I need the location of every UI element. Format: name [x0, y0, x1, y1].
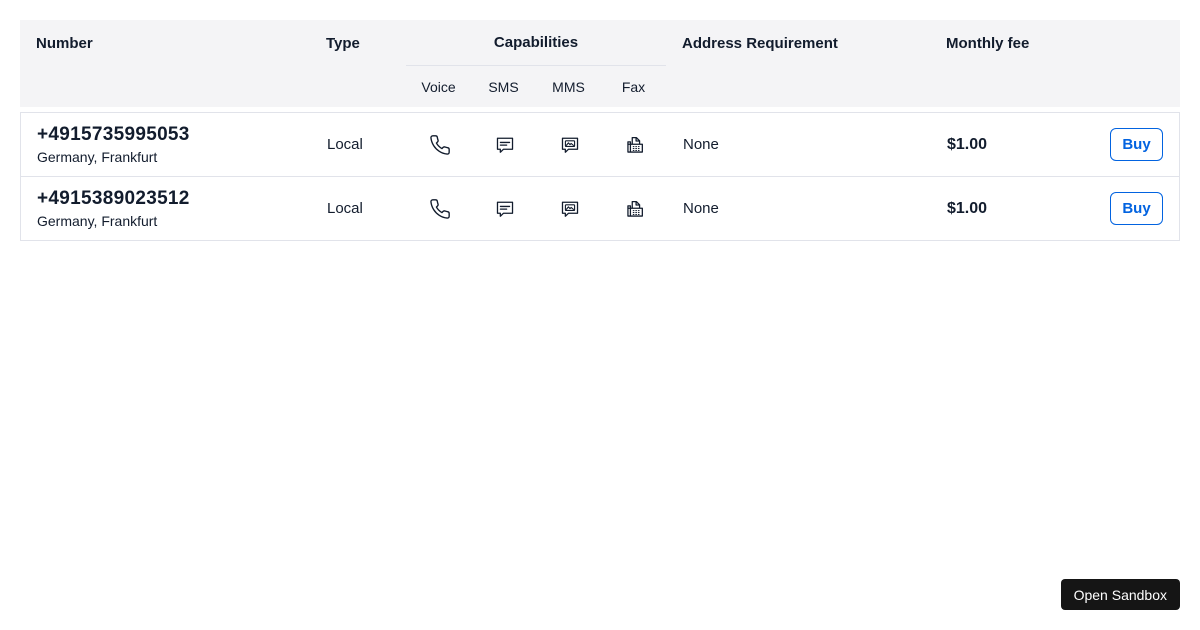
table-header-capability-row: Voice SMS MMS Fax	[20, 66, 1180, 107]
address-requirement: None	[683, 136, 719, 153]
monthly-fee: $1.00	[947, 199, 988, 217]
column-header-number: Number	[36, 34, 93, 52]
buy-button[interactable]: Buy	[1110, 128, 1163, 161]
table-row: +4915389023512 Germany, Frankfurt Local	[21, 176, 1179, 240]
capabilities-cell	[407, 198, 667, 220]
voice-phone-icon	[407, 134, 472, 156]
column-header-address-requirement: Address Requirement	[682, 34, 838, 52]
table-row: +4915735995053 Germany, Frankfurt Local	[21, 112, 1179, 176]
phone-number: +4915389023512	[37, 188, 190, 209]
column-subheader-fax: Fax	[621, 78, 646, 95]
table-body: +4915735995053 Germany, Frankfurt Local	[20, 112, 1180, 241]
number-location: Germany, Frankfurt	[37, 213, 158, 229]
number-type: Local	[327, 136, 363, 153]
available-numbers-table: Number Type Capabilities Address Require…	[20, 20, 1180, 241]
buy-button[interactable]: Buy	[1110, 192, 1163, 225]
buy-cell: Buy	[1061, 128, 1181, 161]
phone-number: +4915735995053	[37, 124, 190, 145]
sms-bubble-icon	[472, 134, 537, 156]
page: Number Type Capabilities Address Require…	[0, 0, 1200, 630]
fax-icon	[602, 134, 667, 156]
monthly-fee: $1.00	[947, 135, 988, 153]
number-cell: +4915389023512 Germany, Frankfurt	[21, 188, 327, 229]
table-header: Number Type Capabilities Address Require…	[20, 20, 1180, 107]
address-requirement: None	[683, 200, 719, 217]
number-location: Germany, Frankfurt	[37, 149, 158, 165]
fax-icon	[602, 198, 667, 220]
buy-cell: Buy	[1061, 192, 1181, 225]
column-subheader-sms: SMS	[488, 78, 519, 95]
column-header-monthly-fee: Monthly fee	[946, 34, 1030, 52]
sms-bubble-icon	[472, 198, 537, 220]
mms-image-bubble-icon	[537, 134, 602, 156]
number-cell: +4915735995053 Germany, Frankfurt	[21, 124, 327, 165]
open-sandbox-button[interactable]: Open Sandbox	[1060, 579, 1180, 610]
table-header-main-row: Number Type Capabilities Address Require…	[20, 20, 1180, 66]
capabilities-cell	[407, 134, 667, 156]
column-header-type: Type	[326, 34, 360, 52]
column-subheader-voice: Voice	[421, 78, 456, 95]
mms-image-bubble-icon	[537, 198, 602, 220]
number-type: Local	[327, 200, 363, 217]
column-header-capabilities: Capabilities	[406, 20, 666, 66]
voice-phone-icon	[407, 198, 472, 220]
column-subheader-mms: MMS	[552, 78, 585, 95]
